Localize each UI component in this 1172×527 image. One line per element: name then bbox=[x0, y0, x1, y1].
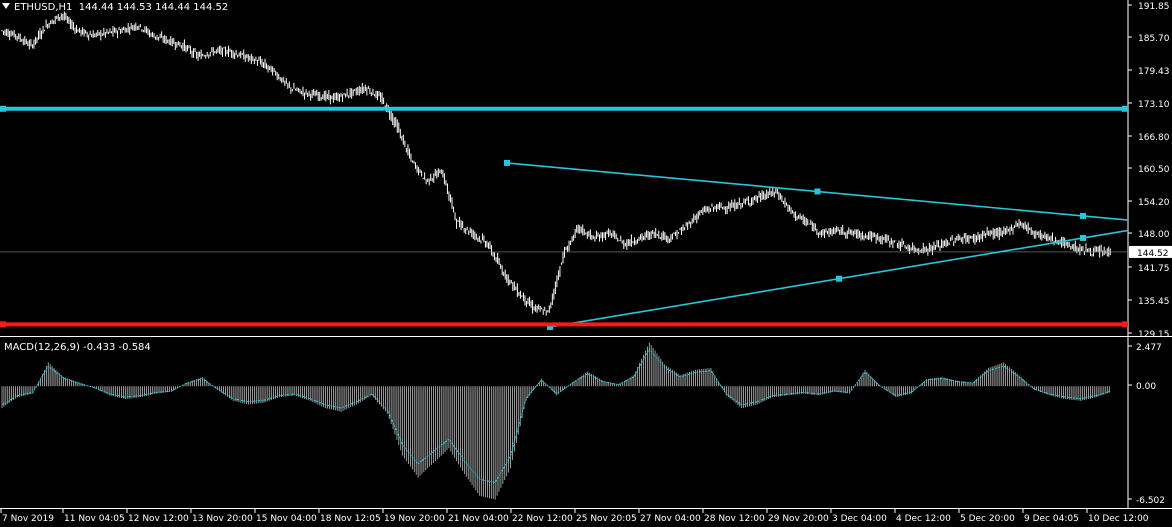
time-tick-label: 7 Nov 2019 bbox=[2, 514, 54, 524]
time-tick-label: 22 Nov 12:00 bbox=[512, 514, 573, 524]
time-tick-label: 13 Nov 20:00 bbox=[192, 514, 253, 524]
resistance-handle bbox=[0, 105, 6, 112]
trading-chart[interactable]: 191.85 185.70 179.43 173.10 166.80 160.50 154.… bbox=[0, 0, 1172, 527]
lower-trendline-handle bbox=[1080, 234, 1086, 241]
time-tick-label: 10 Dec 12:00 bbox=[1088, 514, 1149, 524]
macd-signal-line bbox=[1, 348, 1110, 484]
time-tick-label: 4 Dec 12:00 bbox=[896, 514, 951, 524]
time-tick-label: 29 Nov 20:00 bbox=[768, 514, 829, 524]
chart-canvas[interactable]: 191.85 185.70 179.43 173.10 166.80 160.50 154.… bbox=[0, 0, 1172, 527]
price-tick-label: 135.45 bbox=[1138, 297, 1170, 307]
price-tick-label: 129.15 bbox=[1138, 330, 1170, 340]
price-tick-label: 191.85 bbox=[1138, 2, 1170, 12]
support-handle bbox=[0, 321, 6, 328]
price-tick-label: 160.50 bbox=[1138, 165, 1170, 175]
candlesticks bbox=[1, 11, 1111, 316]
macd-histogram bbox=[1, 342, 1111, 500]
chart-header: ETHUSD,H1 144.44 144.53 144.44 144.52 bbox=[2, 2, 228, 13]
macd-tick-label: -6.502 bbox=[1136, 496, 1165, 506]
macd-label: MACD(12,26,9) -0.433 -0.584 bbox=[4, 342, 151, 353]
time-tick-label: 27 Nov 04:00 bbox=[640, 514, 701, 524]
macd-tick-label: 0.00 bbox=[1136, 382, 1156, 392]
macd-tick-label: 2.477 bbox=[1136, 343, 1162, 353]
price-tick-label: 141.75 bbox=[1138, 264, 1170, 274]
support-handle bbox=[1122, 321, 1128, 328]
time-tick-label: 25 Nov 20:05 bbox=[576, 514, 637, 524]
time-tick-label: 9 Dec 04:05 bbox=[1024, 514, 1079, 524]
price-tick-label: 173.10 bbox=[1138, 100, 1170, 110]
time-tick-label: 5 Dec 20:00 bbox=[960, 514, 1015, 524]
price-tick-label: 185.70 bbox=[1138, 34, 1170, 44]
time-tick-label: 12 Nov 12:00 bbox=[128, 514, 189, 524]
upper-trendline-handle bbox=[814, 188, 821, 195]
upper-trendline-handle bbox=[504, 159, 510, 166]
time-tick-label: 28 Nov 12:00 bbox=[704, 514, 765, 524]
current-price-label: 144.52 bbox=[1137, 249, 1169, 259]
time-tick-label: 3 Dec 04:00 bbox=[832, 514, 887, 524]
time-tick-label: 18 Nov 12:05 bbox=[320, 514, 381, 524]
time-tick-label: 15 Nov 04:00 bbox=[256, 514, 317, 524]
price-tick-label: 148.00 bbox=[1138, 230, 1170, 240]
upper-trendline-handle bbox=[1080, 212, 1086, 219]
resistance-handle bbox=[1122, 105, 1128, 112]
lower-trendline-handle bbox=[836, 275, 842, 282]
ohlc-values: 144.44 144.53 144.44 144.52 bbox=[78, 2, 229, 13]
time-tick-label: 19 Nov 20:00 bbox=[384, 514, 445, 524]
price-tick-label: 166.80 bbox=[1138, 133, 1170, 143]
dropdown-triangle-icon[interactable] bbox=[2, 3, 10, 9]
price-tick-label: 154.20 bbox=[1138, 198, 1170, 208]
time-tick-label: 11 Nov 04:05 bbox=[64, 514, 125, 524]
symbol-label: ETHUSD,H1 bbox=[14, 2, 73, 13]
time-tick-label: 21 Nov 04:00 bbox=[448, 514, 509, 524]
price-tick-label: 179.43 bbox=[1138, 67, 1170, 77]
